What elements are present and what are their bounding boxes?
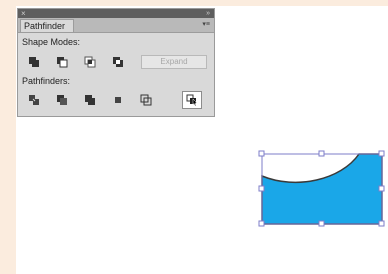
- panel-titlebar[interactable]: × »: [18, 9, 214, 18]
- selection-handle[interactable]: [318, 220, 325, 227]
- close-icon[interactable]: ×: [21, 9, 26, 18]
- panel-menu-icon[interactable]: ▾≡: [202, 19, 210, 31]
- selection-handle[interactable]: [378, 220, 385, 227]
- minus-back-icon[interactable]: [182, 91, 202, 109]
- outline-icon[interactable]: [139, 93, 153, 107]
- selection-handle[interactable]: [258, 185, 265, 192]
- left-margin: [0, 0, 16, 274]
- pathfinder-panel: × » Pathfinder ▾≡ Shape Modes: Expand Pa…: [17, 8, 215, 117]
- artwork-shape[interactable]: [256, 150, 388, 230]
- selection-handle[interactable]: [378, 185, 385, 192]
- exclude-icon[interactable]: [111, 55, 125, 69]
- expand-button[interactable]: Expand: [141, 55, 207, 69]
- intersect-icon[interactable]: [83, 55, 97, 69]
- minus-front-icon[interactable]: [55, 55, 69, 69]
- merge-icon[interactable]: [83, 93, 97, 107]
- selection-handle[interactable]: [378, 150, 385, 157]
- tab-pathfinder[interactable]: Pathfinder: [20, 19, 74, 32]
- selection-handle[interactable]: [258, 220, 265, 227]
- collapse-icon[interactable]: »: [206, 9, 210, 18]
- selection-handle[interactable]: [258, 150, 265, 157]
- pathfinders-label: Pathfinders:: [22, 76, 71, 86]
- panel-tab-row: Pathfinder: [18, 18, 214, 33]
- shape-modes-label: Shape Modes:: [22, 37, 81, 47]
- trim-icon[interactable]: [55, 93, 69, 107]
- selection-handle[interactable]: [318, 150, 325, 157]
- crop-icon[interactable]: [111, 93, 125, 107]
- divide-icon[interactable]: [27, 93, 41, 107]
- unite-icon[interactable]: [27, 55, 41, 69]
